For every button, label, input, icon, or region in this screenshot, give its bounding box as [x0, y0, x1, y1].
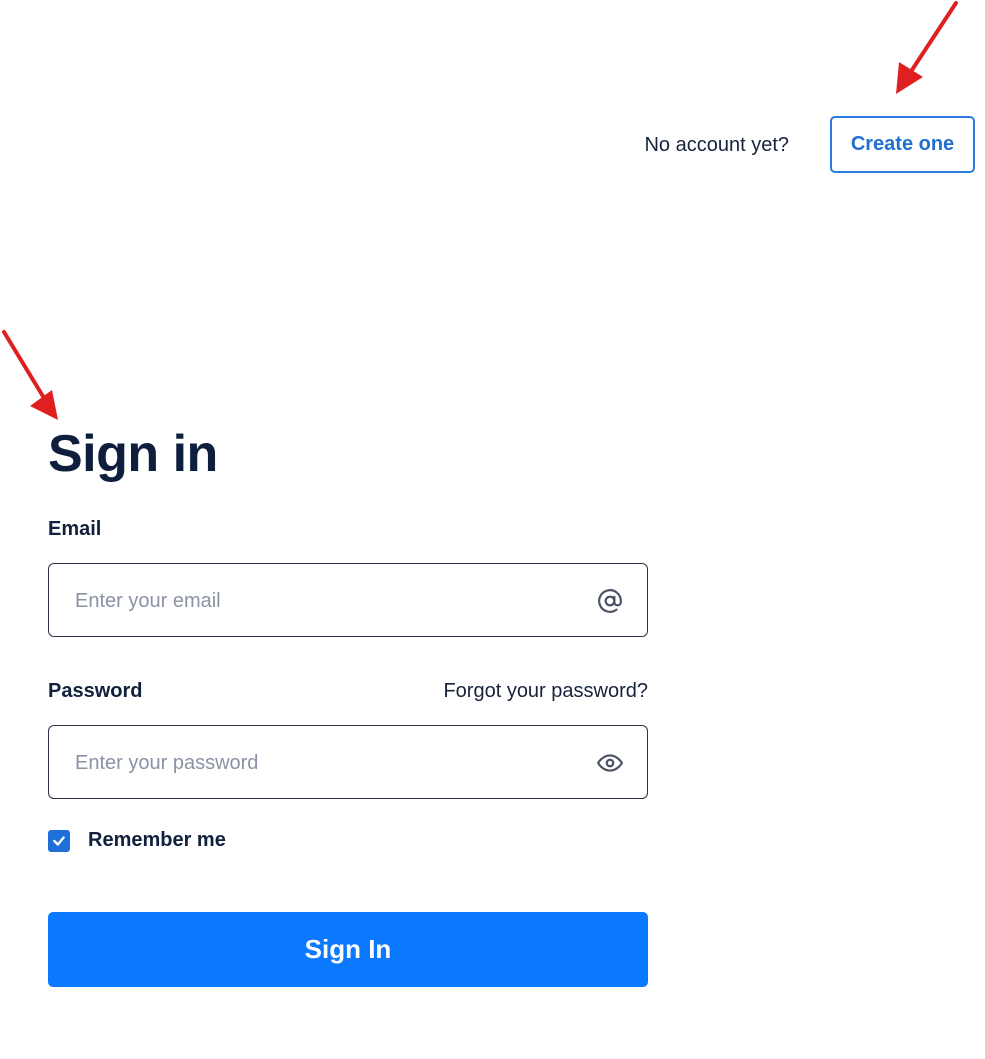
remember-me-label[interactable]: Remember me	[88, 829, 226, 852]
remember-me[interactable]: Remember me	[48, 829, 226, 852]
email-field[interactable]	[48, 563, 648, 638]
password-label: Password	[48, 680, 143, 702]
remember-me-checkbox[interactable]	[48, 829, 70, 852]
password-field[interactable]	[48, 725, 648, 800]
annotation-arrow-create	[896, 1, 958, 94]
no-account-text: No account yet?	[644, 134, 789, 156]
email-label: Email	[48, 518, 102, 540]
create-account-button[interactable]: Create one	[830, 116, 975, 173]
password-input[interactable]	[73, 726, 577, 800]
checkmark-icon	[53, 835, 65, 846]
page-title: Sign in	[48, 425, 218, 483]
forgot-password-link[interactable]: Forgot your password?	[443, 680, 648, 703]
sign-in-button[interactable]: Sign In	[48, 912, 648, 987]
annotation-arrow-title	[2, 330, 58, 420]
at-sign-icon	[598, 589, 622, 613]
top-bar: No account yet? Create one	[0, 116, 985, 176]
eye-icon[interactable]	[597, 750, 623, 776]
email-input[interactable]	[73, 564, 577, 638]
